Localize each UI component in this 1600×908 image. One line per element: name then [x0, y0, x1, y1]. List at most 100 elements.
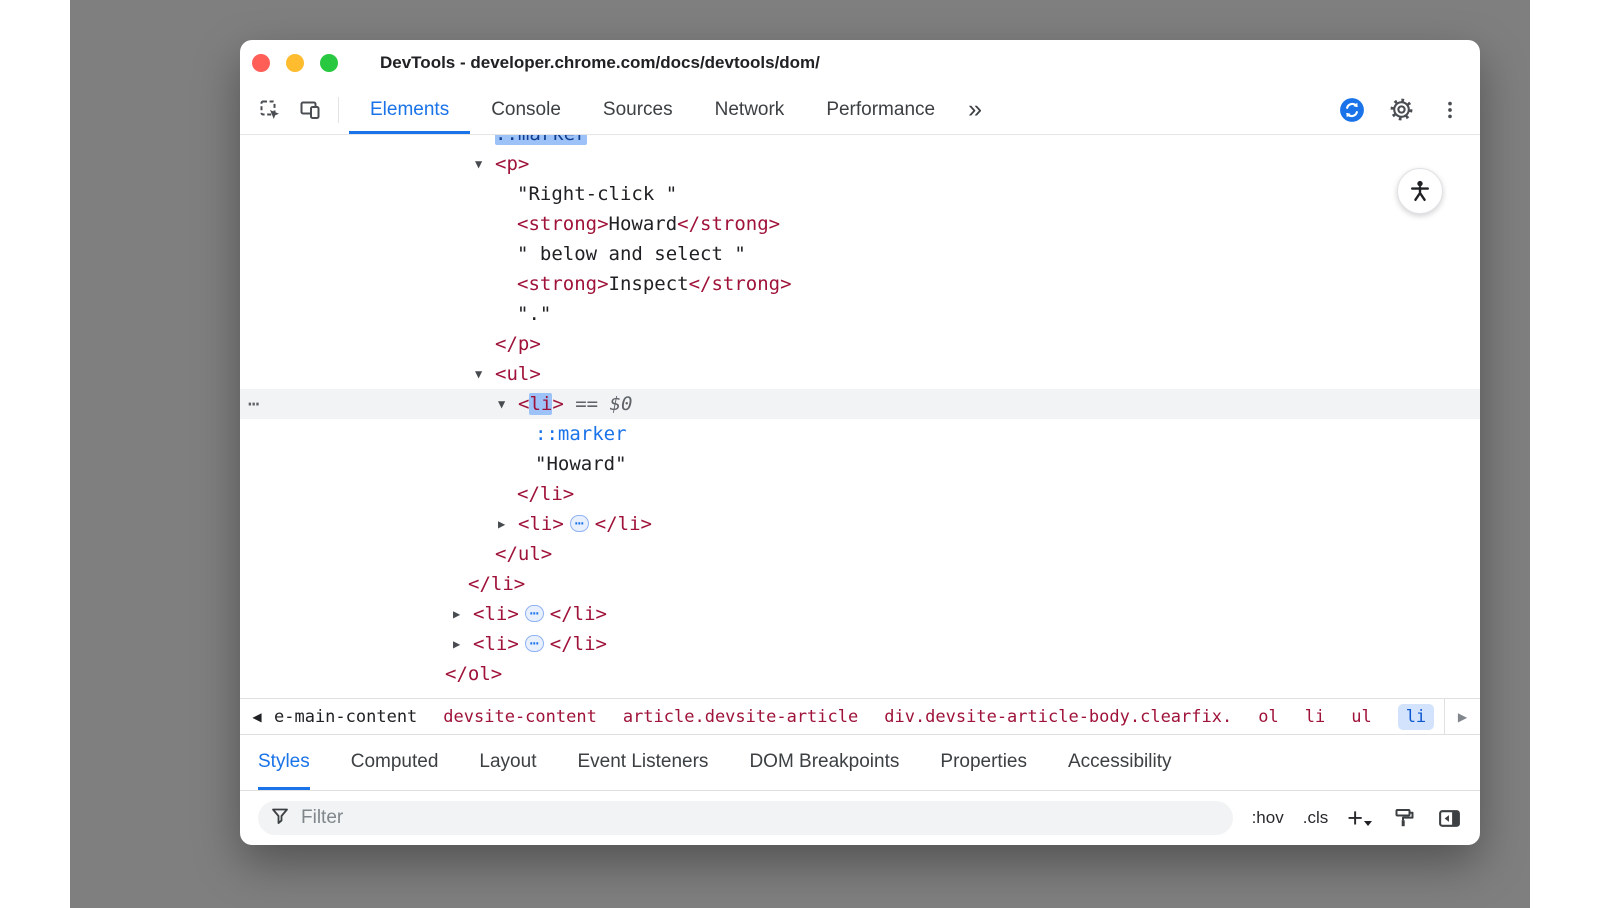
row-content: ▶<li>⋯</li> — [240, 509, 1480, 539]
sync-icon[interactable] — [1338, 96, 1366, 124]
token-tag: <li> — [473, 633, 519, 655]
breadcrumb-item[interactable]: article.devsite-article — [623, 707, 858, 727]
row-content: </ol> — [240, 659, 1480, 689]
token-tag: <strong> — [517, 213, 609, 235]
accessibility-icon[interactable] — [1397, 168, 1443, 214]
token-text: "." — [517, 303, 551, 325]
tree-row[interactable]: <strong>Inspect</strong> — [240, 269, 1480, 299]
tree-row[interactable]: ⋯▼<li> == $0 — [240, 389, 1480, 419]
tab-layout[interactable]: Layout — [479, 735, 536, 790]
tree-row[interactable]: " below and select " — [240, 239, 1480, 269]
device-toolbar-icon[interactable] — [296, 96, 324, 124]
row-content: " below and select " — [240, 239, 1480, 269]
toggle-classes-button[interactable]: .cls — [1303, 808, 1329, 828]
token-text: Howard — [609, 213, 678, 235]
kebab-menu-icon[interactable] — [1436, 96, 1464, 124]
breadcrumb-item[interactable]: div.devsite-article-body.clearfix. — [884, 707, 1232, 727]
row-content: ▼<li> == $0 — [240, 389, 1480, 419]
token-tag: </strong> — [677, 213, 780, 235]
new-style-rule-button[interactable]: + — [1347, 805, 1372, 831]
token-tag: </li> — [517, 483, 574, 505]
token-pill: ⋯ — [570, 515, 589, 532]
sidebar-toggle-icon[interactable] — [1436, 805, 1462, 831]
expand-arrow-icon[interactable]: ▶ — [453, 599, 473, 629]
tree-row[interactable]: </p> — [240, 329, 1480, 359]
breadcrumb-scroll-left-icon[interactable]: ◀ — [240, 699, 274, 734]
tab-properties[interactable]: Properties — [940, 735, 1027, 790]
tree-row[interactable]: </ul> — [240, 539, 1480, 569]
tree-row[interactable]: "." — [240, 299, 1480, 329]
tree-row[interactable]: ::marker — [240, 135, 1480, 149]
format-paint-icon[interactable] — [1391, 805, 1417, 831]
breadcrumb-item[interactable]: li — [1305, 707, 1325, 727]
row-actions-icon[interactable]: ⋯ — [248, 389, 260, 419]
row-content: "." — [240, 299, 1480, 329]
tab-accessibility[interactable]: Accessibility — [1068, 735, 1171, 790]
tree-row[interactable]: ▼<ul> — [240, 359, 1480, 389]
expand-arrow-icon[interactable]: ▼ — [475, 149, 495, 179]
breadcrumb-item[interactable]: devsite-content — [443, 707, 597, 727]
tree-row[interactable]: </li> — [240, 569, 1480, 599]
tab-styles[interactable]: Styles — [258, 735, 310, 790]
tree-row[interactable]: ▶<li>⋯</li> — [240, 629, 1480, 659]
tree-row[interactable]: <strong>Howard</strong> — [240, 209, 1480, 239]
row-content: ▶<li>⋯</li> — [240, 629, 1480, 659]
token-tag: < — [518, 393, 529, 415]
tree-row[interactable]: ▼<p> — [240, 149, 1480, 179]
more-tabs-icon[interactable]: » — [968, 95, 980, 124]
tab-dom-breakpoints[interactable]: DOM Breakpoints — [749, 735, 899, 790]
tab-sources[interactable]: Sources — [582, 85, 694, 134]
row-content: "Howard" — [240, 449, 1480, 479]
breadcrumb-item[interactable]: li — [1398, 704, 1434, 730]
token-text: "Right-click " — [517, 183, 677, 205]
breadcrumb-item[interactable]: ol — [1258, 707, 1278, 727]
token-tag: <ul> — [495, 363, 541, 385]
tree-row[interactable]: ▶<li>⋯</li> — [240, 599, 1480, 629]
token-tag: </li> — [595, 513, 652, 535]
tab-elements[interactable]: Elements — [349, 85, 470, 134]
token-tag: </ol> — [445, 663, 502, 685]
tab-performance[interactable]: Performance — [805, 85, 956, 134]
tab-event-listeners[interactable]: Event Listeners — [577, 735, 708, 790]
breadcrumb: ◀ e-main-content devsite-content article.d… — [240, 698, 1480, 734]
filter-funnel-icon — [270, 806, 290, 831]
tab-console[interactable]: Console — [470, 85, 582, 134]
toggle-hover-state-button[interactable]: :hov — [1252, 808, 1284, 828]
plus-dropdown-caret-icon — [1364, 821, 1372, 826]
minimize-button[interactable] — [286, 54, 304, 72]
zoom-button[interactable] — [320, 54, 338, 72]
expand-arrow-icon[interactable]: ▶ — [498, 509, 518, 539]
breadcrumb-item[interactable]: ul — [1351, 707, 1371, 727]
tab-network[interactable]: Network — [694, 85, 806, 134]
filter-input-container — [258, 801, 1233, 835]
token-tag: <li> — [473, 603, 519, 625]
toolbar-right-icons — [1338, 85, 1464, 134]
tree-row[interactable]: </li> — [240, 479, 1480, 509]
breadcrumb-item[interactable]: e-main-content — [274, 707, 417, 727]
token-tag: </li> — [468, 573, 525, 595]
token-tag: </li> — [550, 603, 607, 625]
row-content: </li> — [240, 479, 1480, 509]
expand-arrow-icon[interactable]: ▼ — [498, 389, 518, 419]
row-content: ▼<p> — [240, 149, 1480, 179]
inspect-icon[interactable] — [256, 96, 284, 124]
tree-row[interactable]: ▶<li>⋯</li> — [240, 509, 1480, 539]
tree-row[interactable]: ::marker — [240, 419, 1480, 449]
tree-row[interactable]: "Howard" — [240, 449, 1480, 479]
style-filter-input[interactable] — [299, 806, 1221, 830]
token-tag: > — [552, 393, 563, 415]
breadcrumb-scroll-right-icon[interactable]: ▶ — [1444, 699, 1480, 734]
token-pseudo: ::marker — [535, 423, 627, 445]
breadcrumb-list: e-main-content devsite-content article.dev… — [274, 704, 1434, 730]
expand-arrow-icon[interactable]: ▼ — [475, 359, 495, 389]
tree-row[interactable]: </ol> — [240, 659, 1480, 689]
tree-row[interactable]: "Right-click " — [240, 179, 1480, 209]
tab-computed[interactable]: Computed — [351, 735, 439, 790]
token-tag: </p> — [495, 333, 541, 355]
settings-gear-icon[interactable] — [1387, 96, 1415, 124]
close-button[interactable] — [252, 54, 270, 72]
panel-tabs: ElementsConsoleSourcesNetworkPerformance — [349, 85, 956, 134]
styles-filter-bar: :hov .cls + — [240, 790, 1480, 845]
row-content: "Right-click " — [240, 179, 1480, 209]
expand-arrow-icon[interactable]: ▶ — [453, 629, 473, 659]
